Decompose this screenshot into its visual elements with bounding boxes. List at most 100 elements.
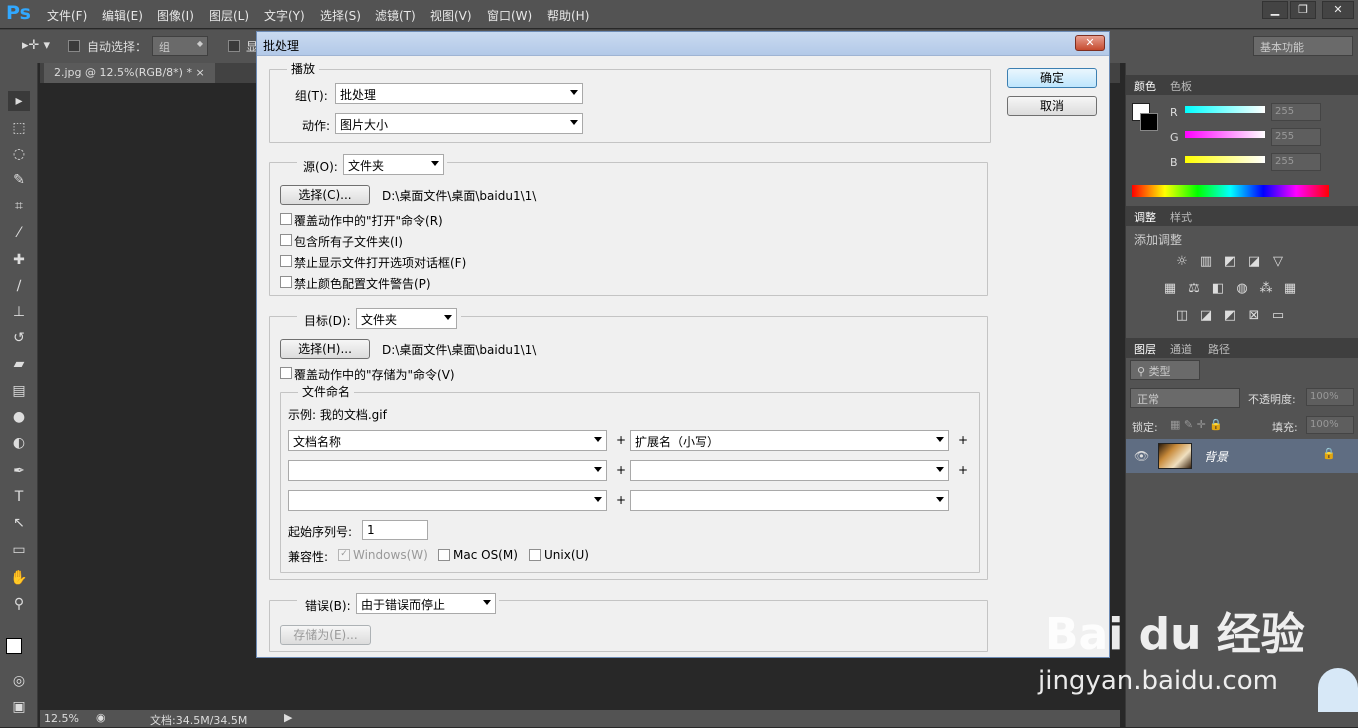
workspace-dropdown[interactable]: 基本功能 xyxy=(1253,36,1353,56)
status-menu-arrow-icon[interactable]: ▶ xyxy=(284,711,292,724)
target-choose-button[interactable]: 选择(H)... xyxy=(280,339,370,359)
dialog-close-button[interactable]: ✕ xyxy=(1075,35,1105,51)
hand-tool-icon[interactable]: ✋ xyxy=(8,568,30,588)
menu-file[interactable]: 文件(F) xyxy=(47,7,87,24)
include-subfolders-checkbox[interactable] xyxy=(280,234,292,246)
auto-select-dropdown[interactable]: 组 ◆ xyxy=(152,36,208,56)
photo-filter-icon[interactable]: ◍ xyxy=(1234,282,1250,296)
tab-swatches[interactable]: 色板 xyxy=(1170,78,1192,94)
selective-color-icon[interactable]: ⊠ xyxy=(1246,309,1262,323)
naming-field-3[interactable] xyxy=(288,460,607,481)
menu-help[interactable]: 帮助(H) xyxy=(547,7,589,24)
exposure-icon[interactable]: ◪ xyxy=(1246,255,1262,269)
crop-tool-icon[interactable]: ⌗ xyxy=(8,196,30,216)
opacity-value[interactable]: 100% xyxy=(1306,388,1354,406)
brightness-icon[interactable]: ☼ xyxy=(1174,255,1190,269)
color-lookup-icon[interactable]: ▦ xyxy=(1282,282,1298,296)
assistant-avatar-icon[interactable] xyxy=(1318,668,1358,712)
dodge-tool-icon[interactable]: ◐ xyxy=(8,433,30,453)
menu-type[interactable]: 文字(Y) xyxy=(264,7,305,24)
naming-field-6[interactable] xyxy=(630,490,949,511)
lock-icons[interactable]: ▦ ✎ ✛ 🔒 xyxy=(1170,418,1223,431)
layer-kind-filter[interactable]: ⚲ 类型 xyxy=(1130,360,1200,380)
status-info-icon[interactable]: ◉ xyxy=(96,711,106,724)
posterize-icon[interactable]: ◪ xyxy=(1198,309,1214,323)
levels-icon[interactable]: ▥ xyxy=(1198,255,1214,269)
gradient-map-icon[interactable]: ▭ xyxy=(1270,309,1286,323)
dialog-titlebar[interactable]: 批处理 ✕ xyxy=(257,32,1109,56)
move-tool-icon[interactable]: ▸✛ ▾ xyxy=(22,38,50,53)
menu-window[interactable]: 窗口(W) xyxy=(487,7,532,24)
stamp-tool-icon[interactable]: ⊥ xyxy=(8,302,30,322)
fill-value[interactable]: 100% xyxy=(1306,416,1354,434)
menu-layer[interactable]: 图层(L) xyxy=(209,7,249,24)
close-tab-icon[interactable]: × xyxy=(195,66,204,79)
text-tool-icon[interactable]: T xyxy=(8,487,30,507)
ok-button[interactable]: 确定 xyxy=(1007,68,1097,88)
menu-filter[interactable]: 滤镜(T) xyxy=(375,7,416,24)
color-spectrum-bar[interactable] xyxy=(1132,185,1329,197)
black-white-icon[interactable]: ◧ xyxy=(1210,282,1226,296)
channel-mixer-icon[interactable]: ⁂ xyxy=(1258,282,1274,296)
r-value[interactable]: 255 xyxy=(1271,103,1321,121)
layer-row-background[interactable]: 👁 背景 🔒 xyxy=(1126,439,1358,473)
zoom-tool-icon[interactable]: ⚲ xyxy=(8,594,30,614)
eraser-tool-icon[interactable]: ▰ xyxy=(8,354,30,374)
tab-channels[interactable]: 通道 xyxy=(1170,341,1192,357)
threshold-icon[interactable]: ◩ xyxy=(1222,309,1238,323)
foreground-color-swatch[interactable] xyxy=(6,638,22,654)
quick-select-tool-icon[interactable]: ✎ xyxy=(8,170,30,190)
shape-tool-icon[interactable]: ▭ xyxy=(8,540,30,560)
tab-adjustments[interactable]: 调整 xyxy=(1134,209,1156,225)
auto-select-checkbox[interactable] xyxy=(68,40,80,52)
unix-checkbox[interactable] xyxy=(529,549,541,561)
b-value[interactable]: 255 xyxy=(1271,153,1321,171)
serial-number-input[interactable]: 1 xyxy=(362,520,428,540)
marquee-tool-icon[interactable]: ⬚ xyxy=(8,118,30,138)
suppress-color-warnings-checkbox[interactable] xyxy=(280,276,292,288)
override-open-checkbox[interactable] xyxy=(280,213,292,225)
healing-tool-icon[interactable]: ✚ xyxy=(8,250,30,270)
document-tab[interactable]: 2.jpg @ 12.5%(RGB/8*) * × xyxy=(44,63,215,83)
show-transform-checkbox[interactable] xyxy=(228,40,240,52)
hue-saturation-icon[interactable]: ▦ xyxy=(1162,282,1178,296)
color-balance-icon[interactable]: ⚖ xyxy=(1186,282,1202,296)
tab-layers[interactable]: 图层 xyxy=(1134,341,1156,357)
tab-color[interactable]: 颜色 xyxy=(1134,78,1156,94)
blur-tool-icon[interactable]: ● xyxy=(8,407,30,427)
menu-image[interactable]: 图像(I) xyxy=(157,7,194,24)
save-as-button[interactable]: 存储为(E)... xyxy=(280,625,371,645)
vibrance-icon[interactable]: ▽ xyxy=(1270,255,1286,269)
restore-icon[interactable]: ❐ xyxy=(1290,1,1316,19)
blend-mode-dropdown[interactable]: 正常 xyxy=(1130,388,1240,408)
quick-mask-icon[interactable]: ◎ xyxy=(8,671,30,691)
b-slider[interactable] xyxy=(1185,156,1265,163)
r-slider[interactable] xyxy=(1185,106,1265,113)
pen-tool-icon[interactable]: ✒ xyxy=(8,461,30,481)
layer-name[interactable]: 背景 xyxy=(1204,448,1228,465)
errors-dropdown[interactable]: 由于错误而停止 xyxy=(356,593,496,614)
visibility-eye-icon[interactable]: 👁 xyxy=(1134,449,1149,463)
tab-paths[interactable]: 路径 xyxy=(1208,341,1230,357)
naming-field-5[interactable] xyxy=(288,490,607,511)
minimize-icon[interactable]: ▁ xyxy=(1262,1,1288,19)
invert-icon[interactable]: ◫ xyxy=(1174,309,1190,323)
move-tool-icon[interactable]: ▸ xyxy=(8,91,30,111)
override-save-checkbox[interactable] xyxy=(280,367,292,379)
zoom-level[interactable]: 12.5% xyxy=(44,712,79,725)
g-value[interactable]: 255 xyxy=(1271,128,1321,146)
path-select-tool-icon[interactable]: ↖ xyxy=(8,513,30,533)
lasso-tool-icon[interactable]: ◌ xyxy=(8,144,30,164)
target-dropdown[interactable]: 文件夹 xyxy=(356,308,457,329)
eyedropper-tool-icon[interactable]: ⁄ xyxy=(8,223,30,243)
tab-styles[interactable]: 样式 xyxy=(1170,209,1192,225)
cancel-button[interactable]: 取消 xyxy=(1007,96,1097,116)
source-choose-button[interactable]: 选择(C)... xyxy=(280,185,370,205)
suppress-open-dialogs-checkbox[interactable] xyxy=(280,255,292,267)
gradient-tool-icon[interactable]: ▤ xyxy=(8,381,30,401)
bg-color-chip[interactable] xyxy=(1140,113,1158,131)
menu-view[interactable]: 视图(V) xyxy=(430,7,472,24)
g-slider[interactable] xyxy=(1185,131,1265,138)
close-window-icon[interactable]: ✕ xyxy=(1322,1,1354,19)
brush-tool-icon[interactable]: ∕ xyxy=(8,276,30,296)
